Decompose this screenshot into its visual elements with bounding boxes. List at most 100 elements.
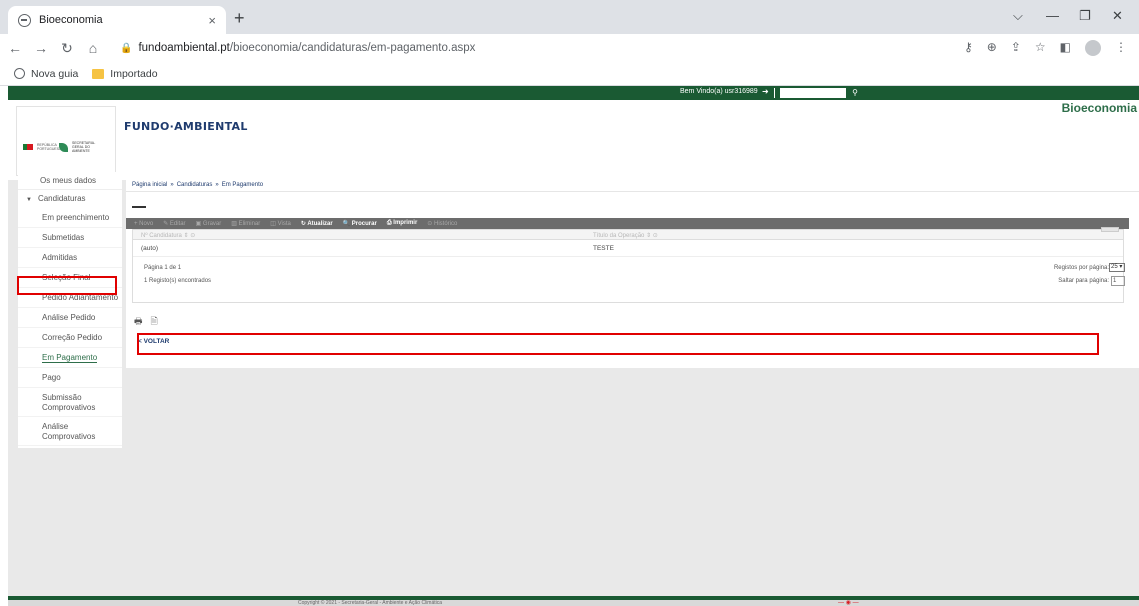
goto-page-label: Saltar para página: — [1058, 278, 1109, 284]
bookmarks-bar: Nova guia Importado — [0, 62, 1139, 86]
sidebar-group-label: Candidaturas — [37, 194, 86, 203]
maximize-button[interactable]: ❐ — [1079, 8, 1091, 24]
sidebar-item-correcao-pedido[interactable]: Correção Pedido — [18, 328, 122, 348]
page-info: Página 1 de 1 — [144, 265, 182, 271]
sidebar-item-label: Pago — [42, 373, 61, 382]
zoom-icon[interactable]: ⊕ — [987, 40, 997, 56]
results-table: Nº Candidatura ⇕ ⊙ Título da Operação ⇕ … — [132, 227, 1124, 303]
globe-icon — [14, 68, 25, 79]
view-button[interactable]: ◫ Vista — [270, 220, 291, 227]
column-header-candidatura[interactable]: Nº Candidatura ⇕ ⊙ — [141, 232, 195, 239]
sidebar-item-pago[interactable]: Pago — [18, 368, 122, 388]
breadcrumb-current: Em Pagamento — [221, 182, 264, 188]
sidebar-item-submissao-comprovativos[interactable]: Submissão Comprovativos — [18, 388, 122, 417]
forward-icon[interactable]: → — [30, 40, 52, 56]
menu-icon[interactable]: ⋮ — [1115, 40, 1127, 56]
section-title: Bioeconomia — [1061, 101, 1137, 115]
cell-titulo: TESTE — [593, 245, 614, 252]
records-count: 1 Registo(s) encontrados — [144, 278, 212, 284]
tab-title: Bioeconomia — [39, 14, 103, 26]
sidebar-item-admitidas[interactable]: Admitidas — [18, 248, 122, 268]
sidebar-item-analise-pedido[interactable]: Análise Pedido — [18, 308, 122, 328]
bookmark-importado[interactable]: Importado — [92, 67, 158, 80]
profile-avatar[interactable] — [1085, 40, 1101, 56]
sidebar-item-meus-dados[interactable]: Os meus dados — [18, 172, 122, 190]
history-button[interactable]: ⊙ Histórico — [427, 220, 457, 227]
url-path: /bioeconomia/candidaturas/em-pagamento.a… — [229, 42, 476, 54]
secretaria-text: SECRETARIA-GERAL DO AMBIENTE — [72, 141, 96, 153]
tab-indicator — [132, 206, 146, 208]
url-input[interactable]: 🔒 fundoambiental.pt/bioeconomia/candidat… — [110, 37, 960, 59]
per-page-value: 25 — [1111, 264, 1118, 270]
sidebar-item-label: Em Pagamento — [42, 353, 98, 363]
sidebar-item-label: Análise Pedido — [42, 313, 96, 322]
per-page-select[interactable]: 25 ▾ — [1109, 263, 1125, 272]
save-button[interactable]: ▣ Gravar — [196, 220, 222, 227]
breadcrumb-home[interactable]: Página inicial — [132, 182, 167, 188]
breadcrumb-candidaturas[interactable]: Candidaturas — [177, 182, 213, 188]
sidebar-item-em-preenchimento[interactable]: Em preenchimento — [18, 208, 122, 228]
table-row[interactable]: (auto) TESTE — [133, 240, 1123, 256]
bookmark-label: Importado — [110, 67, 158, 80]
star-icon[interactable]: ☆ — [1035, 40, 1046, 56]
sidebar-item-label: Submissão Comprovativos — [42, 393, 96, 412]
goto-page-input[interactable]: 1 — [1111, 276, 1125, 286]
highlight-box-row — [137, 333, 1099, 355]
sidebar-item-submetidas[interactable]: Submetidas — [18, 228, 122, 248]
sidepanel-icon[interactable]: ◧ — [1060, 40, 1071, 56]
footer-brand: — ◉ — — [838, 600, 859, 606]
address-bar: ← → ↻ ⌂ 🔒 fundoambiental.pt/bioeconomia/… — [0, 34, 1139, 62]
bookmark-nova-guia[interactable]: Nova guia — [14, 68, 78, 80]
sidebar-item-label: Análise Comprovativos — [42, 422, 96, 441]
new-tab-button[interactable]: + — [234, 8, 245, 29]
delete-button[interactable]: ▥ Eliminar — [231, 220, 260, 227]
home-icon[interactable]: ⌂ — [82, 40, 104, 56]
refresh-button[interactable]: ↻ Atualizar — [301, 220, 333, 227]
caret-down-icon: ▼ — [26, 197, 32, 203]
back-icon[interactable]: ← — [4, 40, 26, 56]
column-chooser[interactable] — [1101, 227, 1119, 232]
leaf-icon — [59, 142, 68, 152]
site-footer: Copyright © 2021 - Secretaria-Geral - Am… — [8, 596, 1139, 606]
pdf-icon[interactable]: 🗎 — [151, 314, 158, 330]
search-icon[interactable]: ⚲ — [846, 88, 864, 98]
welcome-text: Bem Vindo(a) usr316989 — [680, 88, 758, 95]
brand-logo[interactable]: FUNDO·AMBIENTAL — [124, 120, 248, 133]
breadcrumb: Página inicial» Candidaturas» Em Pagamento — [132, 182, 264, 188]
government-logo: REPÚBLICA PORTUGUESA SECRETARIA-GERAL DO… — [16, 106, 116, 176]
sidebar-item-analise-comprovativos[interactable]: Análise Comprovativos — [18, 417, 122, 446]
edit-button[interactable]: ✎ Editar — [163, 220, 185, 227]
site-search-input[interactable] — [780, 88, 846, 98]
reload-icon[interactable]: ↻ — [56, 40, 78, 57]
column-header-titulo[interactable]: Título da Operação ⇕ ⊙ — [593, 232, 658, 239]
record-toolbar: + Novo ✎ Editar ▣ Gravar ▥ Eliminar ◫ Vi… — [126, 218, 1129, 229]
table-header: Nº Candidatura ⇕ ⊙ Título da Operação ⇕ … — [133, 227, 1123, 240]
logout-icon[interactable]: ➜ — [762, 87, 769, 96]
print-icon[interactable]: 🖶 — [134, 314, 143, 330]
sidebar: Os meus dados ▼ Candidaturas Em preenchim… — [18, 172, 122, 448]
top-band: Bem Vindo(a) usr316989 ➜ ⚲ — [8, 86, 1139, 100]
tab-close-icon[interactable]: × — [208, 13, 216, 28]
sidebar-item-label: Correção Pedido — [42, 333, 103, 342]
key-icon[interactable]: ⚷ — [964, 40, 973, 56]
sidebar-group-candidaturas[interactable]: ▼ Candidaturas — [18, 190, 122, 208]
footer-text: Copyright © 2021 - Secretaria-Geral - Am… — [298, 600, 443, 606]
sidebar-item-em-pagamento[interactable]: Em Pagamento — [18, 348, 122, 368]
url-host: fundoambiental.pt — [138, 42, 230, 54]
print-button[interactable]: ⎙ Imprimir — [387, 220, 417, 227]
share-icon[interactable]: ⇪ — [1011, 40, 1021, 56]
search-button[interactable]: 🔍 Procurar — [343, 220, 377, 227]
tab-search-icon[interactable]: ⌵ — [1013, 8, 1023, 24]
divider — [774, 88, 775, 98]
new-button[interactable]: + Novo — [134, 221, 153, 227]
flag-icon — [23, 144, 33, 150]
close-window-button[interactable]: ✕ — [1112, 8, 1123, 24]
minimize-button[interactable]: — — [1046, 8, 1059, 23]
highlight-box-sidebar — [17, 276, 117, 295]
lock-icon: 🔒 — [120, 42, 133, 54]
gov-text: REPÚBLICA PORTUGUESA — [37, 143, 62, 151]
site-header: REPÚBLICA PORTUGUESA SECRETARIA-GERAL DO… — [8, 100, 1139, 180]
browser-tab[interactable]: Bioeconomia × — [8, 6, 226, 34]
cell-candidatura: (auto) — [141, 245, 158, 252]
globe-icon — [18, 13, 31, 27]
